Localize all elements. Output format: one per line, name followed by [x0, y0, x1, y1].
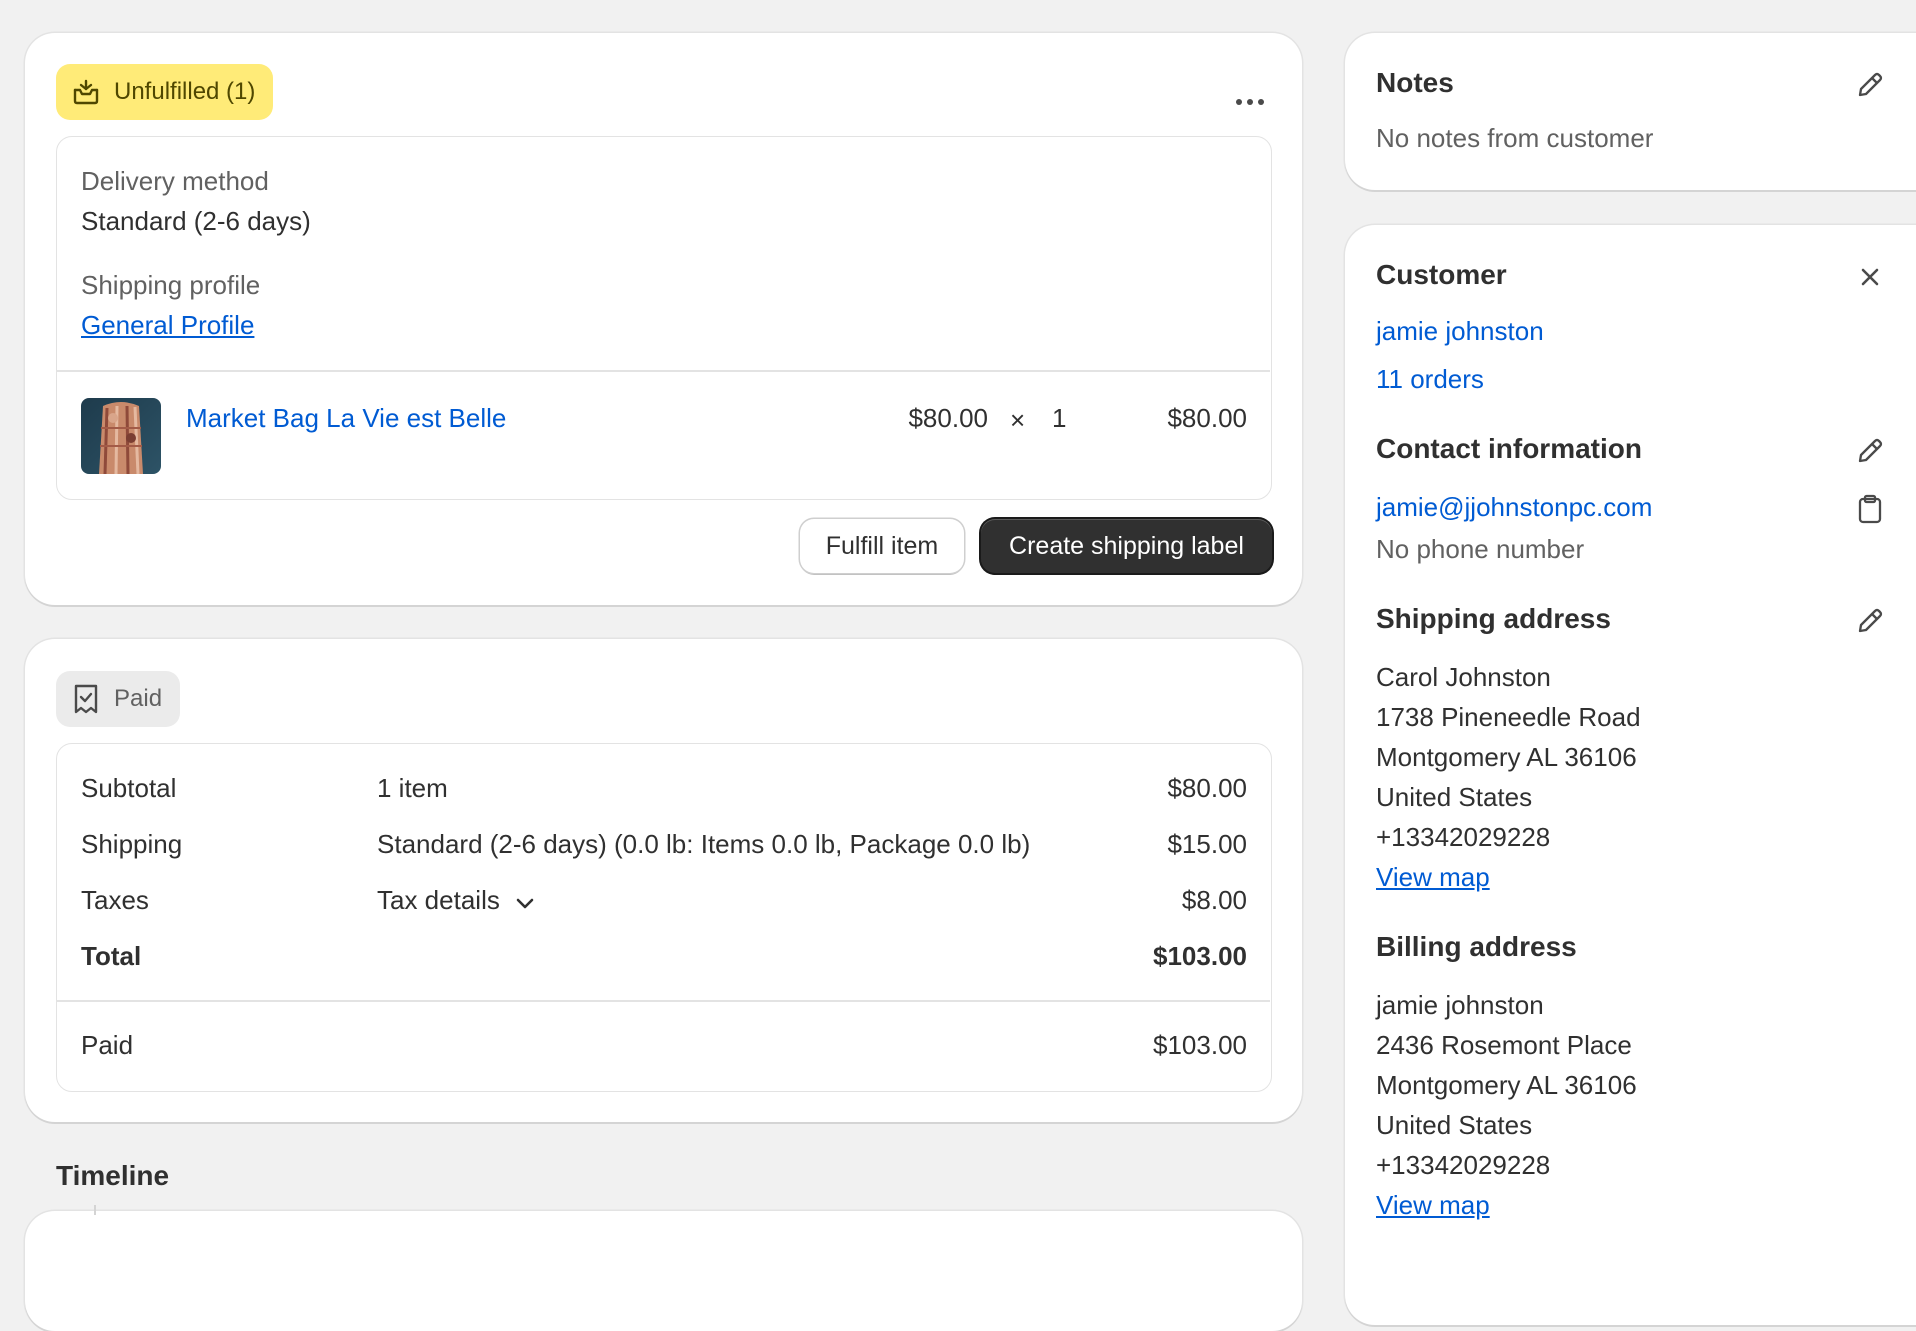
shipping-label: Shipping: [81, 829, 183, 859]
billing-address-line: 2436 Rosemont Place: [1376, 1030, 1632, 1060]
unfulfilled-badge: Unfulfilled (1): [56, 64, 274, 120]
notes-title: Notes: [1376, 67, 1454, 98]
product-thumbnail[interactable]: [81, 398, 161, 474]
delivery-method-value: Standard (2-6 days): [81, 206, 311, 236]
pencil-icon: [1858, 72, 1883, 97]
taxes-amount: $8.00: [1181, 885, 1247, 915]
notes-card: Notes No notes from customer: [1345, 33, 1916, 190]
receipt-check-icon: [74, 684, 98, 714]
shipping-profile-link[interactable]: General Profile: [81, 310, 254, 341]
fulfill-item-button[interactable]: Fulfill item: [800, 519, 964, 573]
quantity-times-sign: ×: [1010, 405, 1026, 435]
remove-customer-button[interactable]: [1852, 259, 1888, 295]
create-shipping-label-button[interactable]: Create shipping label: [981, 519, 1272, 573]
shipping-address-line: +13342029228: [1376, 822, 1551, 852]
shipping-profile-label: Shipping profile: [81, 270, 261, 300]
tax-details-toggle[interactable]: Tax details: [377, 885, 536, 916]
paid-label: Paid: [81, 1030, 134, 1060]
timeline-line: [94, 1205, 96, 1215]
pencil-icon: [1858, 438, 1883, 463]
payment-summary-box: Subtotal 1 item $80.00 Shipping Standard…: [56, 743, 1272, 1092]
customer-email-link[interactable]: jamie@jjohnstonpc.com: [1376, 492, 1652, 523]
shipping-address-line: Montgomery AL 36106: [1376, 742, 1637, 772]
customer-phone: No phone number: [1376, 534, 1585, 564]
market-bag-image: [99, 402, 143, 474]
shipping-amount: $15.00: [1167, 829, 1247, 859]
copy-email-button[interactable]: [1852, 491, 1888, 527]
total-label: Total: [81, 941, 142, 971]
notes-text: No notes from customer: [1376, 123, 1654, 153]
chevron-down-icon: [516, 898, 534, 908]
fulfillment-divider: [57, 370, 1270, 372]
timeline-card: [25, 1211, 1302, 1331]
shipping-detail: Standard (2-6 days) (0.0 lb: Items 0.0 l…: [377, 829, 1031, 859]
ellipsis-horizontal-icon: [1236, 99, 1264, 105]
taxes-label: Taxes: [81, 885, 149, 915]
pencil-icon: [1858, 608, 1883, 633]
billing-address-line: jamie johnston: [1376, 990, 1544, 1020]
more-actions-button[interactable]: [1232, 84, 1268, 120]
edit-shipping-address-button[interactable]: [1852, 603, 1888, 639]
delivery-method-label: Delivery method: [81, 166, 269, 196]
billing-address-line: +13342029228: [1376, 1150, 1551, 1180]
subtotal-detail: 1 item: [377, 773, 448, 803]
paid-amount: $103.00: [1153, 1030, 1247, 1060]
tax-details-label: Tax details: [377, 885, 500, 915]
total-amount: $103.00: [1153, 941, 1247, 971]
customer-orders-link[interactable]: 11 orders: [1376, 364, 1484, 395]
shipping-address-line: United States: [1376, 782, 1533, 812]
customer-name-link[interactable]: jamie johnston: [1376, 316, 1544, 347]
fulfillment-card: Unfulfilled (1) Delivery method Standard…: [25, 33, 1302, 605]
paid-badge-label: Paid: [114, 685, 163, 712]
billing-address-title: Billing address: [1376, 931, 1577, 962]
billing-address-line: United States: [1376, 1110, 1533, 1140]
payment-divider: [57, 1000, 1270, 1002]
shipping-address-title: Shipping address: [1376, 603, 1611, 634]
billing-address-line: Montgomery AL 36106: [1376, 1070, 1637, 1100]
timeline-title: Timeline: [56, 1160, 170, 1191]
subtotal-amount: $80.00: [1167, 773, 1247, 803]
subtotal-label: Subtotal: [81, 773, 177, 803]
customer-card: Customer jamie johnston 11 orders Contac…: [1345, 225, 1916, 1325]
fulfillment-box-icon: [73, 79, 99, 105]
paid-badge: Paid: [56, 671, 181, 727]
product-quantity: 1: [1052, 403, 1067, 433]
shipping-view-map-link[interactable]: View map: [1376, 862, 1490, 893]
shipping-address-line: 1738 Pineneedle Road: [1376, 702, 1641, 732]
clipboard-icon: [1858, 494, 1882, 524]
close-icon: [1861, 268, 1879, 286]
shipping-address-line: Carol Johnston: [1376, 662, 1551, 692]
product-unit-price: $80.00: [908, 403, 988, 433]
customer-title: Customer: [1376, 259, 1507, 290]
fulfillment-details-box: Delivery method Standard (2-6 days) Ship…: [56, 136, 1272, 500]
product-line-total: $80.00: [1167, 403, 1247, 433]
unfulfilled-badge-label: Unfulfilled (1): [114, 78, 256, 105]
product-name-link[interactable]: Market Bag La Vie est Belle: [186, 403, 506, 434]
payment-card: Paid Subtotal 1 item $80.00 Shipping Sta…: [25, 639, 1302, 1122]
edit-notes-button[interactable]: [1852, 67, 1888, 103]
edit-contact-button[interactable]: [1852, 433, 1888, 469]
billing-view-map-link[interactable]: View map: [1376, 1190, 1490, 1221]
contact-information-title: Contact information: [1376, 433, 1642, 464]
